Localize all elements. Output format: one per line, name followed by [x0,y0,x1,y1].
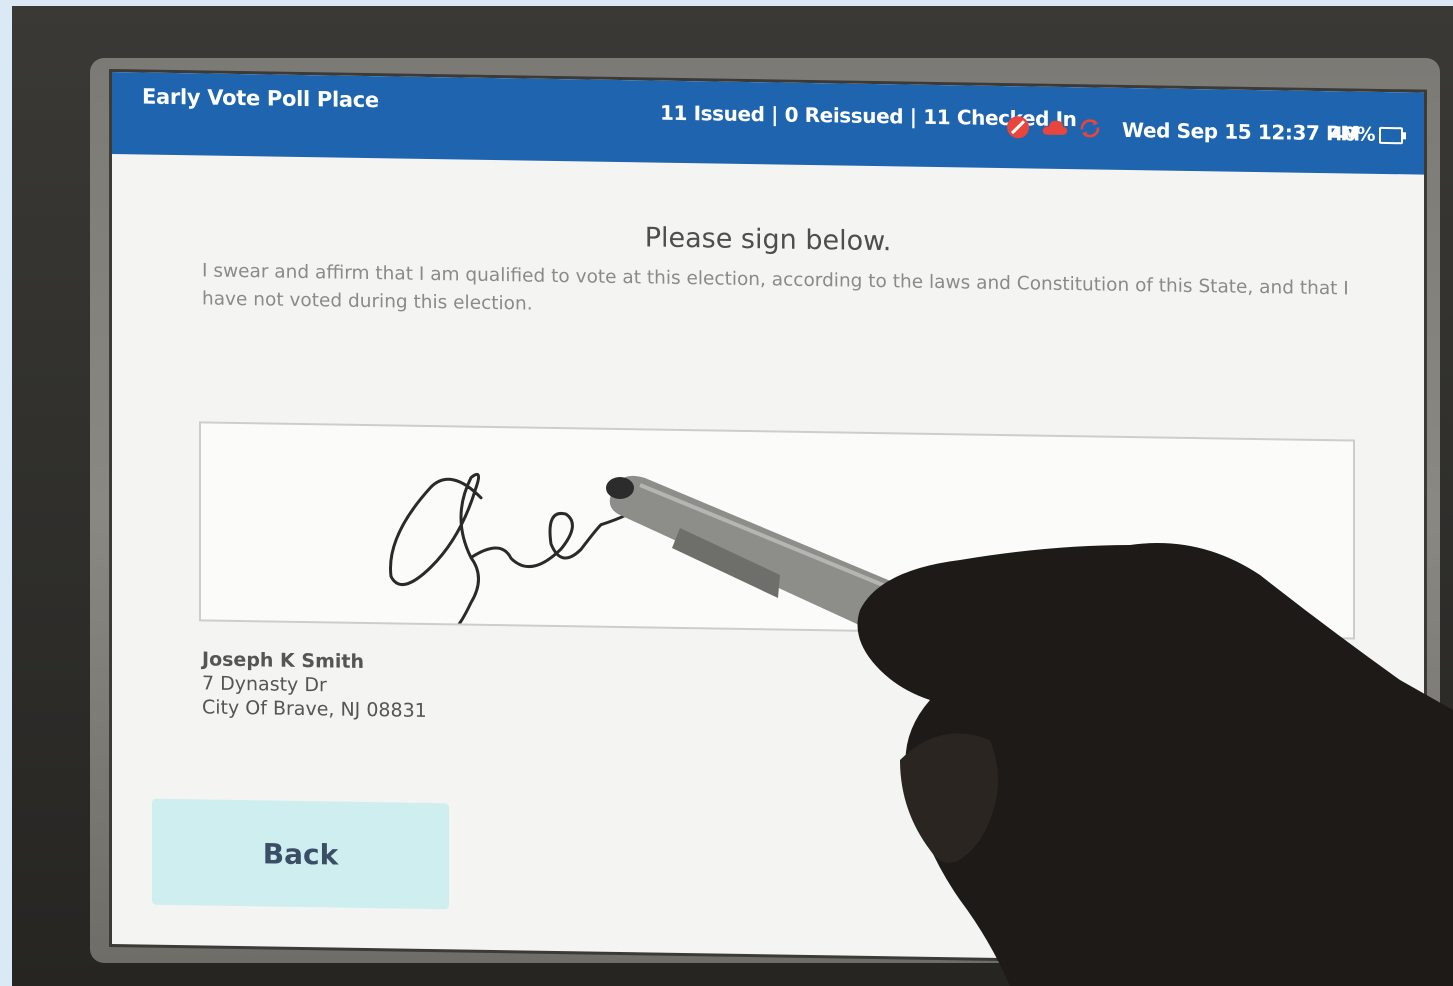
sync-icon [1077,115,1103,141]
oath-text: I swear and affirm that I am qualified t… [202,260,1349,315]
battery-icon [1379,126,1404,144]
back-button[interactable]: Back [152,798,449,910]
voter-address-line1: 7 Dynasty Dr [202,672,327,697]
voter-info: Joseph K Smith 7 Dynasty Dr City Of Brav… [202,647,427,723]
battery-percent: 40% [1330,123,1376,146]
cloud-icon [1041,115,1068,141]
voter-name: Joseph K Smith [202,648,365,673]
touch-screen: Early Vote Poll Place 11 Issued | 0 Reis… [112,72,1424,965]
signature-stroke [389,472,628,629]
voter-address-line2: City Of Brave, NJ 08831 [202,696,427,722]
date-time: Wed Sep 15 12:37 PM [1122,117,1360,146]
page-title: Please sign below. [644,222,892,258]
status-icons [1005,114,1103,142]
signature-pad[interactable] [199,421,1355,640]
no-entry-icon [1005,114,1031,140]
photo-background: Early Vote Poll Place 11 Issued | 0 Reis… [12,6,1453,986]
poll-place-label: Early Vote Poll Place [142,84,379,113]
battery-indicator: 40% [1330,123,1404,146]
